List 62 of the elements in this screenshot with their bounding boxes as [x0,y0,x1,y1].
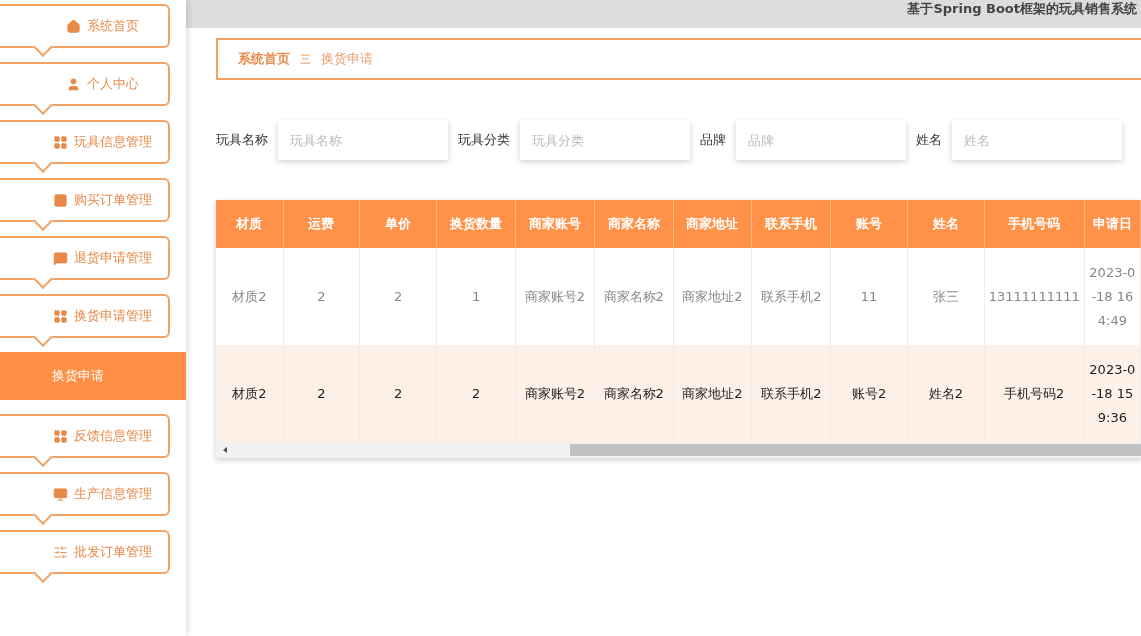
column-header: 单价 [359,200,437,248]
monitor-icon [52,486,68,502]
column-header: 商家账号 [515,200,595,248]
table-cell: 商家账号2 [515,345,595,442]
submenu-item[interactable]: 换货申请 [0,352,186,400]
search-field[interactable]: 玩具名称 [278,120,448,160]
home-icon [65,18,81,34]
filter-label: 品牌 [700,131,726,149]
table-cell: 2 [359,345,437,442]
table-cell: 商家名称2 [594,248,674,345]
grid-icon [52,134,68,150]
column-header: 商家名称 [594,200,674,248]
grid-icon [52,308,68,324]
breadcrumb-current: 换货申请 [321,50,373,68]
chat-icon [52,250,68,266]
search-field[interactable]: 姓名 [952,120,1122,160]
sliders-icon [52,544,68,560]
table-cell: 联系手机2 [751,345,831,442]
column-header: 账号 [830,200,908,248]
table-cell: 13111111111 [984,248,1085,345]
app-title: 基于Spring Boot框架的玩具销售系统 [907,0,1138,18]
table-cell: 2023-0 -18 16 4:49 [1084,248,1141,345]
user-icon [65,76,81,92]
table-cell: 11 [830,248,908,345]
search-field[interactable]: 品牌 [736,120,906,160]
column-header: 换货数量 [436,200,516,248]
table-cell: 姓名2 [907,345,985,442]
table-cell: 商家地址2 [673,248,752,345]
column-header: 手机号码 [984,200,1085,248]
table-cell: 材质2 [216,345,284,442]
table-row[interactable]: 材质2 2 2 1 商家账号2 商家名称2 商家地址2 联系手机2 11 张三 13111111111 2023-0 -18 16 4:49 [216,248,1141,345]
filter-label: 玩具名称 [216,131,268,149]
column-header: 联系手机 [751,200,831,248]
column-header: 姓名 [907,200,985,248]
table-cell: 2 [359,248,437,345]
breadcrumb-separator: 三 [300,51,311,67]
table-cell: 账号2 [830,345,908,442]
columns-icon [52,192,68,208]
horizontal-scrollbar[interactable] [216,442,1141,458]
column-header: 申请日 [1084,200,1141,248]
filter-label: 玩具分类 [458,131,510,149]
table-cell: 联系手机2 [751,248,831,345]
table-cell: 2023-0 -18 15 9:36 [1084,345,1141,442]
table-cell: 1 [436,248,516,345]
table-cell: 商家地址2 [673,345,752,442]
breadcrumb-link[interactable]: 系统首页 [238,50,290,68]
table-row[interactable]: 材质2 2 2 2 商家账号2 商家名称2 商家地址2 联系手机2 账号2 姓名2 手机号码2 2023-0 -18 15 9:36 [216,345,1141,442]
column-header: 商家地址 [673,200,752,248]
table-cell: 材质2 [216,248,284,345]
table-cell: 2 [283,345,360,442]
scrollbar-thumb[interactable] [570,444,1141,456]
column-header: 运费 [283,200,360,248]
table-cell: 2 [436,345,516,442]
grid-icon [52,428,68,444]
table-cell: 手机号码2 [984,345,1085,442]
table-cell: 商家账号2 [515,248,595,345]
column-header: 材质 [216,200,284,248]
table-cell: 商家名称2 [594,345,674,442]
search-field[interactable]: 玩具分类 [520,120,690,160]
filter-label: 姓名 [916,131,942,149]
table-cell: 张三 [907,248,985,345]
table-cell: 2 [283,248,360,345]
